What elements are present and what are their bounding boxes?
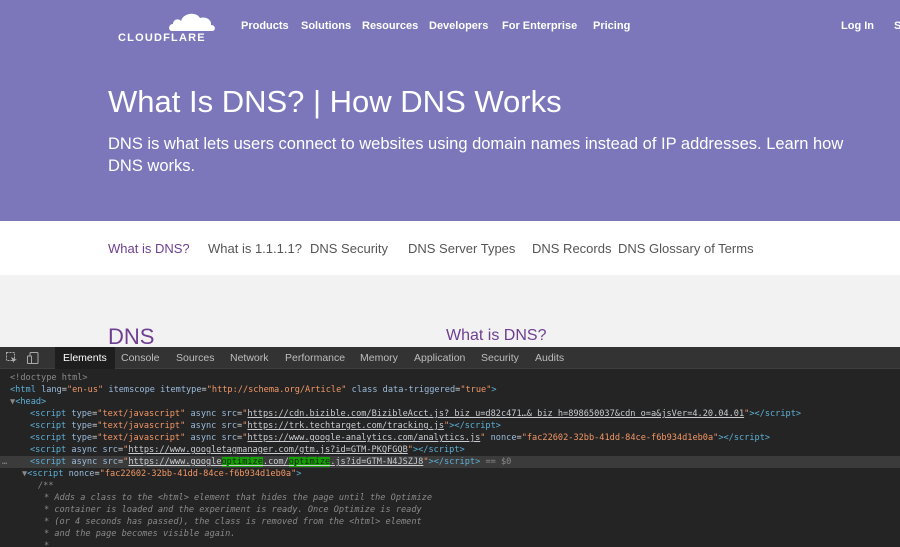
code-comment-line: * (or 4 seconds has passed), the class i…	[44, 517, 422, 527]
script3-type: text/javascript	[102, 433, 181, 443]
cloudflare-logo[interactable]: CLOUDFLARE	[118, 10, 218, 44]
head-tag: <head>	[15, 397, 47, 407]
script2-type: text/javascript	[102, 421, 181, 431]
script2-src-link[interactable]: https://trk.techtarget.com/tracking.js	[247, 421, 444, 431]
nav-cut-item[interactable]: S	[894, 20, 900, 32]
tab-audits[interactable]: Audits	[535, 347, 564, 369]
subnav-what-is-1111[interactable]: What is 1.1.1.1?	[208, 241, 302, 256]
script5-src-part-b: .com/	[262, 457, 289, 467]
code-comment-line: /**	[38, 481, 54, 491]
line-dots: …	[2, 457, 8, 467]
script6-nonce: fac22602-32bb-41dd-84ce-f6b934d1eb0a	[104, 469, 292, 479]
content-area: DNS What is DNS?	[0, 275, 900, 349]
nav-pricing[interactable]: Pricing	[593, 20, 630, 32]
dom-node-script-techtarget[interactable]: <script type="text/javascript" async src…	[0, 420, 900, 432]
script4-src-link[interactable]: https://www.googletagmanager.com/gtm.js?…	[128, 445, 407, 455]
tab-console[interactable]: Console	[121, 347, 160, 369]
subnav-what-is-dns[interactable]: What is DNS?	[108, 241, 190, 256]
dns-subnav: What is DNS? What is 1.1.1.1? DNS Securi…	[0, 221, 900, 275]
subnav-dns-records[interactable]: DNS Records	[532, 241, 611, 256]
dom-node-head[interactable]: ▼<head>	[0, 396, 900, 408]
search-highlight-2: optimize	[288, 457, 331, 467]
html-itemtype-value: http://schema.org/Article	[211, 385, 342, 395]
script3-nonce: fac22602-32bb-41dd-84ce-f6b934d1eb0a	[526, 433, 714, 443]
tab-performance[interactable]: Performance	[285, 347, 345, 369]
dom-node-script-analytics[interactable]: <script type="text/javascript" async src…	[0, 432, 900, 444]
nav-developers[interactable]: Developers	[429, 20, 488, 32]
script3-src-link[interactable]: https://www.google-analytics.com/analyti…	[247, 433, 480, 443]
hero-banner: CLOUDFLARE Products Solutions Resources …	[0, 0, 900, 221]
page-subtitle: DNS is what lets users connect to websit…	[108, 135, 844, 175]
tab-security[interactable]: Security	[481, 347, 519, 369]
html-triggered-value: true	[465, 385, 487, 395]
inspect-element-icon[interactable]	[6, 352, 18, 364]
devtools-panel: Elements Console Sources Network Perform…	[0, 347, 900, 547]
dom-node-script-inline[interactable]: ▼<script nonce="fac22602-32bb-41dd-84ce-…	[0, 468, 900, 480]
dom-node-script-gtm[interactable]: <script async src="https://www.googletag…	[0, 444, 900, 456]
dom-node-script-optimize-selected[interactable]: … <script async src="https://www.googleop…	[0, 456, 900, 468]
devtools-tabbar: Elements Console Sources Network Perform…	[0, 347, 900, 369]
cloud-icon	[169, 13, 215, 31]
code-comment-line: * Adds a class to the <html> element tha…	[44, 493, 433, 503]
device-toolbar-icon[interactable]	[27, 352, 39, 364]
page-title: What Is DNS? | How DNS Works	[108, 84, 562, 119]
script1-src-link[interactable]: https://cdn.bizible.com/BizibleAcct.js?_…	[247, 409, 744, 419]
code-comment-line: * container is loaded and the experiment…	[44, 505, 422, 515]
code-comment-line: * and the page becomes visible again.	[44, 529, 236, 539]
script5-src-part-c: .js?id=GTM-N4JSZJ8	[330, 457, 424, 467]
nav-for-enterprise[interactable]: For Enterprise	[502, 20, 577, 32]
code-comment-line: *	[44, 541, 50, 547]
script5-src-link[interactable]: https://www.googleoptimize.com/optimize.…	[128, 457, 423, 467]
html-lang-value: en-us	[72, 385, 99, 395]
tab-application[interactable]: Application	[414, 347, 465, 369]
nav-solutions[interactable]: Solutions	[301, 20, 351, 32]
tab-sources[interactable]: Sources	[176, 347, 215, 369]
subnav-dns-security[interactable]: DNS Security	[310, 241, 388, 256]
tab-network[interactable]: Network	[230, 347, 269, 369]
logo-wordmark: CLOUDFLARE	[118, 32, 206, 44]
doctype-text: <!doctype html>	[10, 373, 88, 383]
dom-node-html[interactable]: <html lang="en-us" itemscope itemtype="h…	[0, 384, 900, 396]
dom-node-script-bizible[interactable]: <script type="text/javascript" async src…	[0, 408, 900, 420]
dom-node-doctype[interactable]: <!doctype html>	[0, 372, 900, 384]
tab-memory[interactable]: Memory	[360, 347, 398, 369]
nav-products[interactable]: Products	[241, 20, 289, 32]
search-highlight-1: optimize	[221, 457, 263, 467]
selected-node-marker: == $0	[485, 457, 512, 467]
script1-type: text/javascript	[102, 409, 181, 419]
side-heading: What is DNS?	[446, 327, 547, 344]
nav-resources[interactable]: Resources	[362, 20, 418, 32]
nav-login[interactable]: Log In	[841, 20, 874, 32]
subnav-dns-server-types[interactable]: DNS Server Types	[408, 241, 515, 256]
subnav-dns-glossary[interactable]: DNS Glossary of Terms	[618, 241, 754, 256]
script5-src-part-a: https://www.google	[128, 457, 222, 467]
tab-elements[interactable]: Elements	[55, 347, 115, 369]
